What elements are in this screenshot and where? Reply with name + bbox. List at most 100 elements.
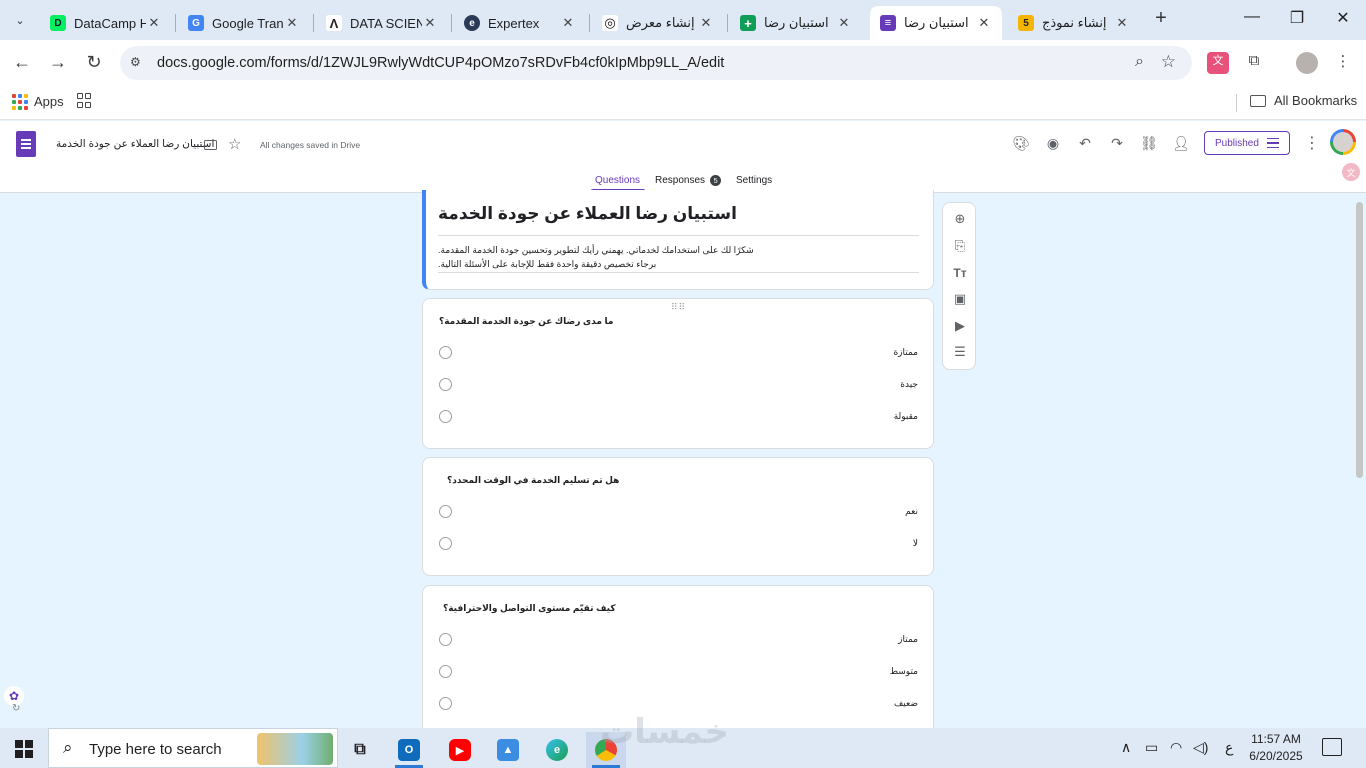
browser-tab-data-science[interactable]: Λ DATA SCIENC ✕ <box>316 6 448 40</box>
add-collaborator-icon[interactable]: 👤︎ <box>1171 133 1191 153</box>
close-tab-icon[interactable]: ✕ <box>146 15 162 31</box>
taskbar-search[interactable]: ⌕ Type here to search <box>48 728 338 768</box>
form-title-card[interactable]: استبيان رضا العملاء عن جودة الخدمة شكرًا… <box>422 190 934 290</box>
form-title[interactable]: استبيان رضا العملاء عن جودة الخدمة <box>438 204 737 224</box>
windows-start-icon[interactable] <box>15 740 33 758</box>
battery-icon[interactable]: ▭ <box>1145 739 1158 756</box>
back-arrow-icon[interactable]: ← <box>10 51 34 75</box>
apps-label[interactable]: Apps <box>34 94 64 109</box>
notifications-icon[interactable] <box>1322 738 1342 756</box>
google-forms-logo-icon[interactable] <box>16 131 36 157</box>
new-tab-button[interactable]: + <box>1150 8 1172 30</box>
question-title[interactable]: ما مدى رضاك عن جودة الخدمة المقدمة؟ <box>439 316 613 327</box>
profile-avatar[interactable] <box>1296 52 1318 74</box>
add-section-icon[interactable]: ☰ <box>951 343 969 361</box>
site-info-icon[interactable]: ⚙ <box>130 55 146 71</box>
option-label[interactable]: ممتازة <box>893 347 918 358</box>
volume-icon[interactable]: ◁) <box>1193 739 1208 756</box>
question-title[interactable]: هل تم تسليم الخدمة في الوقت المحدد؟ <box>447 475 619 486</box>
question-title[interactable]: كيف تقيّم مستوى التواصل والاحترافية؟ <box>443 603 616 614</box>
forward-arrow-icon[interactable]: → <box>46 51 70 75</box>
tab-search-chevron-icon[interactable]: ⌄ <box>8 8 32 32</box>
preview-eye-icon[interactable]: ◉ <box>1043 133 1063 153</box>
option-label[interactable]: نعم <box>905 506 918 517</box>
all-bookmarks-button[interactable]: All Bookmarks <box>1250 93 1357 108</box>
radio-option[interactable] <box>439 697 452 710</box>
import-questions-icon[interactable]: ⎘ <box>951 237 969 255</box>
link-icon[interactable]: ⛓ <box>1139 133 1159 153</box>
tray-chevron-up-icon[interactable]: ∧ <box>1121 739 1131 756</box>
url-text[interactable]: docs.google.com/forms/d/1ZWJL9RwlyWdtCUP… <box>157 55 724 71</box>
tab-responses[interactable]: Responses 5 <box>655 175 722 186</box>
close-tab-icon[interactable]: ✕ <box>422 15 438 31</box>
reload-icon[interactable]: ↻ <box>82 51 106 75</box>
close-tab-icon[interactable]: ✕ <box>698 15 714 31</box>
chrome-menu-icon[interactable]: ⋮ <box>1332 52 1354 74</box>
option-label[interactable]: مقبولة <box>894 411 918 422</box>
option-label[interactable]: جيدة <box>900 379 918 390</box>
add-question-icon[interactable]: ⊕ <box>951 210 969 228</box>
radio-option[interactable] <box>439 505 452 518</box>
browser-tab-khamsat[interactable]: 5 إنشاء نموذج ✕ <box>1008 6 1140 40</box>
browser-tab-chatgpt[interactable]: ◎ إنشاء معرض ✕ <box>592 6 724 40</box>
bookmark-star-icon[interactable]: ☆ <box>1161 52 1176 72</box>
address-bar[interactable]: ⚙ docs.google.com/forms/d/1ZWJL9RwlyWdtC… <box>120 46 1192 80</box>
close-tab-icon[interactable]: ✕ <box>976 15 992 31</box>
edge-app[interactable]: e <box>537 732 577 768</box>
browser-tab-google-translate[interactable]: G Google Trans ✕ <box>178 6 310 40</box>
star-icon[interactable]: ☆ <box>228 135 241 153</box>
option-label[interactable]: ضعيف <box>894 698 918 709</box>
close-tab-icon[interactable]: ✕ <box>1114 15 1130 31</box>
radio-option[interactable] <box>439 633 452 646</box>
drag-handle-icon[interactable]: ⠿⠿ <box>671 302 686 313</box>
radio-option[interactable] <box>439 410 452 423</box>
browser-tab-sheets[interactable]: + استبيان رضا ✕ <box>730 6 862 40</box>
input-language[interactable]: ع <box>1225 739 1233 756</box>
tab-questions[interactable]: Questions <box>595 175 640 186</box>
minimize-window-icon[interactable]: — <box>1237 8 1267 32</box>
radio-option[interactable] <box>439 537 452 550</box>
published-button[interactable]: Published <box>1204 131 1290 155</box>
close-tab-icon[interactable]: ✕ <box>560 15 576 31</box>
add-title-icon[interactable]: Tт <box>951 264 969 282</box>
translate-extension-icon[interactable]: 文 <box>1207 52 1229 74</box>
browser-tab-forms-active[interactable]: ≡ استبيان رضا ✕ <box>870 6 1002 40</box>
youtube-app[interactable]: ▶ <box>440 732 480 768</box>
account-avatar[interactable] <box>1330 129 1356 155</box>
apps-grid-icon[interactable] <box>12 94 28 110</box>
move-to-folder-icon[interactable] <box>204 140 217 150</box>
page-scrollbar[interactable] <box>1356 202 1363 478</box>
document-title[interactable]: استبيان رضا العملاء عن جودة الخدمة <box>56 138 214 150</box>
option-label[interactable]: لا <box>913 538 918 549</box>
form-description[interactable]: شكرًا لك على استخدامك لخدماتي. يهمني رأي… <box>438 243 754 271</box>
close-tab-icon[interactable]: ✕ <box>836 15 852 31</box>
question-card[interactable]: ⠿⠿ ما مدى رضاك عن جودة الخدمة المقدمة؟ م… <box>422 298 934 449</box>
radio-option[interactable] <box>439 665 452 678</box>
more-options-icon[interactable]: ⋮ <box>1304 133 1320 153</box>
redo-icon[interactable]: ↷ <box>1107 133 1127 153</box>
close-tab-icon[interactable]: ✕ <box>284 15 300 31</box>
add-video-icon[interactable]: ▶ <box>951 317 969 335</box>
task-view-icon[interactable]: ⧉ <box>340 732 380 768</box>
question-card[interactable]: هل تم تسليم الخدمة في الوقت المحدد؟ نعم … <box>422 457 934 576</box>
zoom-icon[interactable]: ⌕ <box>1135 53 1144 71</box>
outlook-app[interactable]: O <box>389 732 429 768</box>
extensions-puzzle-icon[interactable]: ⧉ <box>1243 52 1265 74</box>
photos-app[interactable]: ▲ <box>488 732 528 768</box>
restore-window-icon[interactable]: ❐ <box>1282 8 1312 32</box>
add-image-icon[interactable]: ▣ <box>951 290 969 308</box>
option-label[interactable]: متوسط <box>890 666 918 677</box>
system-clock[interactable]: 11:57 AM 6/20/2025 <box>1240 731 1312 765</box>
extension-refresh-icon[interactable]: ↻ <box>12 703 20 714</box>
tab-settings[interactable]: Settings <box>736 175 772 186</box>
palette-icon[interactable]: 🎨︎ <box>1011 133 1031 153</box>
browser-tab-datacamp[interactable]: D DataCamp H ✕ <box>40 6 172 40</box>
undo-icon[interactable]: ↶ <box>1075 133 1095 153</box>
option-label[interactable]: ممتاز <box>898 634 918 645</box>
radio-option[interactable] <box>439 378 452 391</box>
close-window-icon[interactable]: ✕ <box>1328 8 1358 32</box>
radio-option[interactable] <box>439 346 452 359</box>
wifi-icon[interactable]: ◠ <box>1170 739 1182 756</box>
tab-groups-icon[interactable] <box>77 93 93 109</box>
browser-tab-expertex[interactable]: e Expertex ✕ <box>454 6 586 40</box>
